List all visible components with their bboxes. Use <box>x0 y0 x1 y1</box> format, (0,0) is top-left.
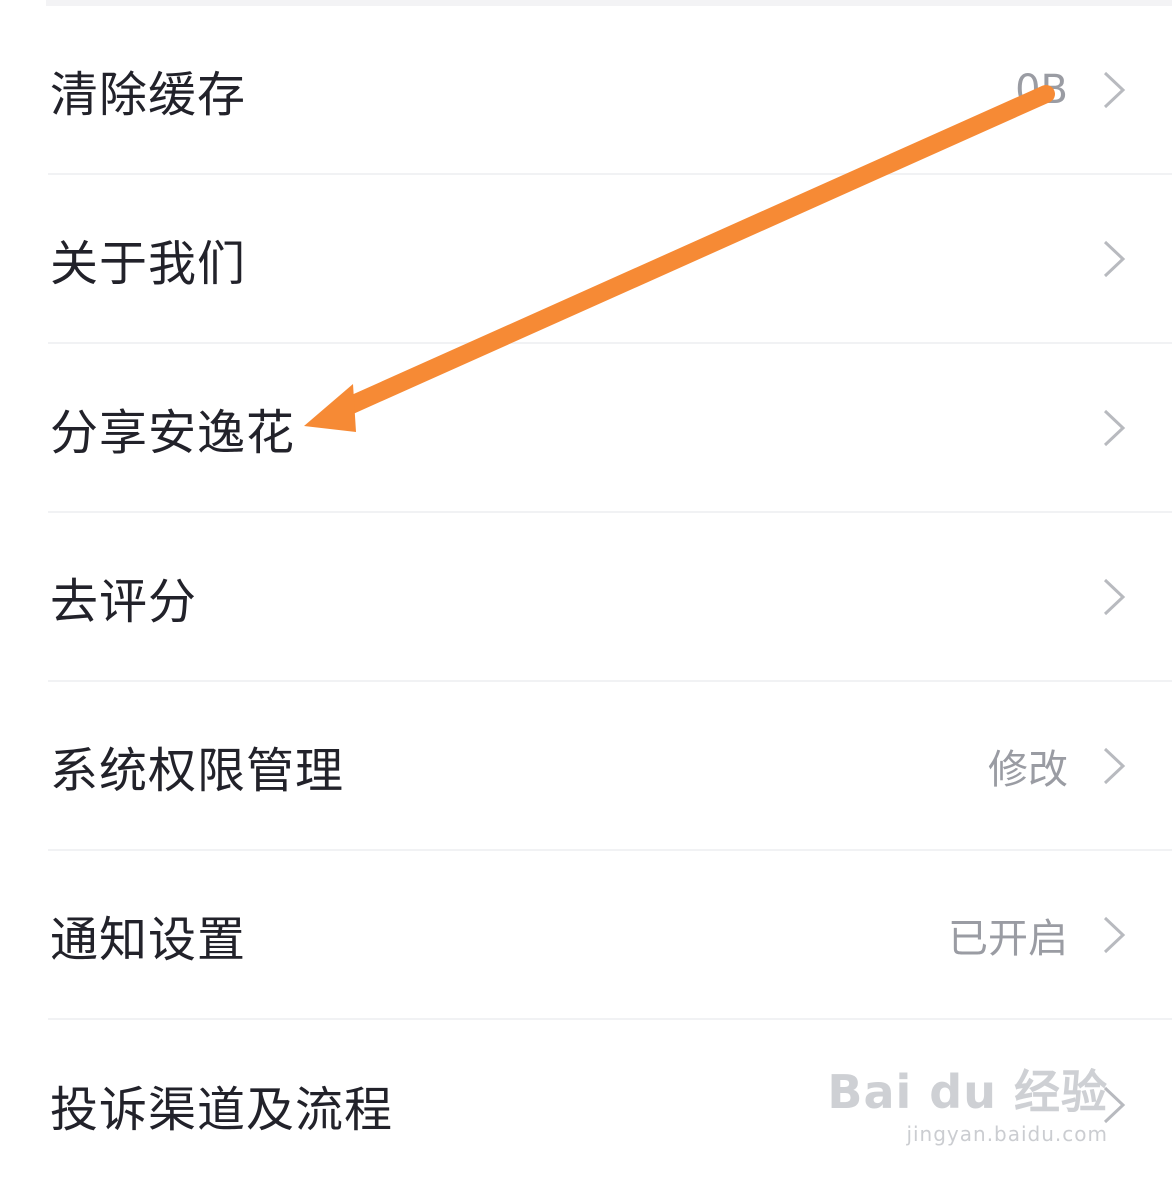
settings-item-label: 清除缓存 <box>50 66 247 123</box>
settings-item-label: 通知设置 <box>50 911 247 968</box>
chevron-right-icon <box>1101 408 1127 448</box>
settings-item-label: 系统权限管理 <box>50 742 345 799</box>
cache-size-value: 0B <box>1015 66 1068 113</box>
baidu-watermark: Bai du 经验 jingyan.baidu.com <box>827 1056 1108 1146</box>
settings-item-rate[interactable]: 去评分 <box>48 513 1172 682</box>
settings-list: 清除缓存 0B 关于我们 分享安逸花 去评分 系统权限管理 修改 通知设置 已开… <box>0 6 1172 1189</box>
watermark-logo: Bai du 经验 <box>827 1065 1108 1119</box>
settings-item-label: 投诉渠道及流程 <box>50 1081 394 1138</box>
settings-item-clear-cache[interactable]: 清除缓存 0B <box>48 6 1172 175</box>
settings-item-permissions[interactable]: 系统权限管理 修改 <box>48 682 1172 851</box>
settings-item-share[interactable]: 分享安逸花 <box>48 344 1172 513</box>
chevron-right-icon <box>1101 239 1127 279</box>
chevron-right-icon <box>1101 915 1127 955</box>
chevron-right-icon <box>1101 577 1127 617</box>
settings-item-notifications[interactable]: 通知设置 已开启 <box>48 851 1172 1020</box>
chevron-right-icon <box>1101 746 1127 786</box>
settings-item-label: 去评分 <box>50 573 198 630</box>
settings-item-about-us[interactable]: 关于我们 <box>48 175 1172 344</box>
settings-item-label: 分享安逸花 <box>50 404 296 461</box>
watermark-url: jingyan.baidu.com <box>906 1122 1108 1146</box>
notifications-status-value: 已开启 <box>948 915 1068 962</box>
settings-item-label: 关于我们 <box>50 235 247 292</box>
permissions-value: 修改 <box>988 746 1068 793</box>
chevron-right-icon <box>1101 70 1127 110</box>
